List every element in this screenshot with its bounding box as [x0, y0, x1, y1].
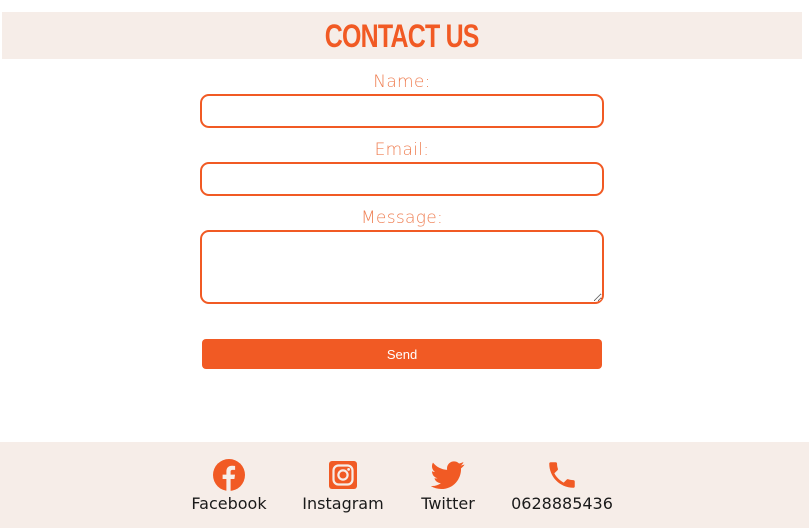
page-header: Contact Us: [2, 12, 802, 59]
phone-link[interactable]: 0628885436: [511, 458, 613, 514]
email-label: Email:: [374, 140, 430, 160]
instagram-icon: [329, 461, 357, 489]
footer: Facebook Instagram Twitter 0628885436: [0, 442, 809, 528]
twitter-label: Twitter: [421, 494, 475, 513]
instagram-label: Instagram: [302, 494, 384, 513]
facebook-link[interactable]: Facebook: [191, 458, 267, 514]
phone-label: 0628885436: [511, 494, 613, 513]
twitter-link[interactable]: Twitter: [421, 458, 475, 514]
page-title: Contact Us: [325, 17, 480, 54]
facebook-label: Facebook: [191, 494, 267, 513]
message-textarea[interactable]: [200, 230, 604, 304]
facebook-icon: [213, 459, 245, 491]
message-label: Message:: [360, 208, 444, 228]
phone-icon: [549, 462, 575, 488]
name-label: Name:: [373, 72, 431, 92]
email-input[interactable]: [200, 162, 604, 196]
send-button[interactable]: Send: [202, 339, 602, 369]
contact-form: Name: Email: Message:: [200, 70, 604, 304]
instagram-link[interactable]: Instagram: [302, 458, 384, 514]
name-input[interactable]: [200, 94, 604, 128]
twitter-icon: [431, 461, 465, 490]
